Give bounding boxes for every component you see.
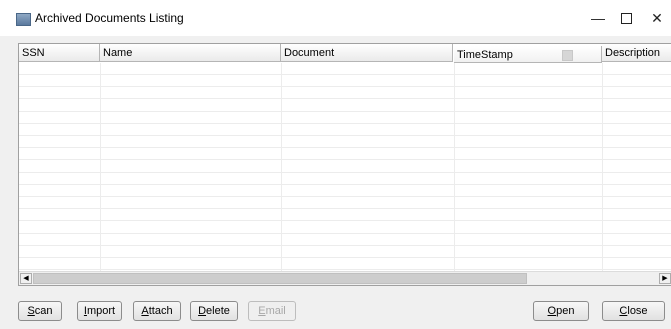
close-button[interactable]: Close xyxy=(602,301,665,321)
table-row[interactable] xyxy=(19,197,671,210)
table-row[interactable] xyxy=(19,136,671,149)
scroll-left-button[interactable]: ◀ xyxy=(20,273,32,284)
table-row[interactable] xyxy=(19,148,671,161)
open-mnemonic: O xyxy=(547,305,557,317)
maximize-button[interactable] xyxy=(614,6,638,30)
email-mnemonic: E xyxy=(258,305,266,317)
open-button[interactable]: Open xyxy=(533,301,589,321)
table-row[interactable] xyxy=(19,87,671,100)
scroll-right-icon: ▶ xyxy=(662,275,668,282)
column-header-timestamp[interactable]: TimeStamp xyxy=(454,46,602,63)
table-row[interactable] xyxy=(19,75,671,88)
email-label: mail xyxy=(265,305,286,317)
column-divider xyxy=(454,63,455,271)
scan-button[interactable]: Scan xyxy=(18,301,62,321)
horizontal-scrollbar[interactable]: ◀ ▶ xyxy=(19,271,671,285)
table-row[interactable] xyxy=(19,222,671,234)
import-button[interactable]: Import xyxy=(77,301,122,321)
table-row[interactable] xyxy=(19,258,671,271)
scroll-right-button[interactable]: ▶ xyxy=(659,273,671,284)
scan-mnemonic: S xyxy=(27,305,35,317)
delete-button[interactable]: Delete xyxy=(190,301,238,321)
table-row[interactable] xyxy=(19,246,671,258)
table-row[interactable] xyxy=(19,124,671,136)
open-label: pen xyxy=(556,305,575,317)
delete-mnemonic: D xyxy=(198,305,207,317)
table-row[interactable] xyxy=(19,100,671,112)
attach-label: ttach xyxy=(148,305,173,317)
close-window-button[interactable]: ✕ xyxy=(645,6,669,30)
table-row[interactable] xyxy=(19,112,671,124)
table-row[interactable] xyxy=(19,209,671,222)
table-row[interactable] xyxy=(19,161,671,173)
attach-button[interactable]: Attach xyxy=(133,301,181,321)
sort-indicator-icon xyxy=(562,50,573,61)
import-label: mport xyxy=(86,305,116,317)
scan-label: can xyxy=(34,305,53,317)
email-button[interactable]: Email xyxy=(248,301,296,321)
column-header-name[interactable]: Name xyxy=(100,44,281,62)
table-row[interactable] xyxy=(19,234,671,246)
delete-label: elete xyxy=(206,305,230,317)
close-icon: ✕ xyxy=(651,9,663,26)
column-divider xyxy=(281,63,282,271)
app-window-icon xyxy=(16,13,31,26)
scrollbar-thumb[interactable] xyxy=(33,273,527,284)
column-divider xyxy=(602,63,603,271)
grid-rows xyxy=(19,63,671,271)
window-title: Archived Documents Listing xyxy=(35,11,184,25)
attach-mnemonic: A xyxy=(141,305,149,317)
timestamp-header-label: TimeStamp xyxy=(457,49,513,61)
minimize-button[interactable]: — xyxy=(586,6,610,30)
column-divider xyxy=(100,63,101,271)
grid-header: SSN Name Document TimeStamp Description xyxy=(19,44,671,63)
title-bar: Archived Documents Listing — ✕ xyxy=(0,0,671,36)
column-header-document[interactable]: Document xyxy=(281,44,453,62)
minimize-icon: — xyxy=(591,10,605,26)
table-row[interactable] xyxy=(19,63,671,75)
close-label: lose xyxy=(627,305,648,317)
scroll-left-icon: ◀ xyxy=(23,275,29,282)
documents-grid[interactable]: SSN Name Document TimeStamp Description … xyxy=(18,43,671,286)
column-header-ssn[interactable]: SSN xyxy=(19,44,100,62)
table-row[interactable] xyxy=(19,185,671,197)
column-header-description[interactable]: Description xyxy=(602,44,671,62)
table-row[interactable] xyxy=(19,173,671,185)
maximize-icon xyxy=(620,12,632,24)
